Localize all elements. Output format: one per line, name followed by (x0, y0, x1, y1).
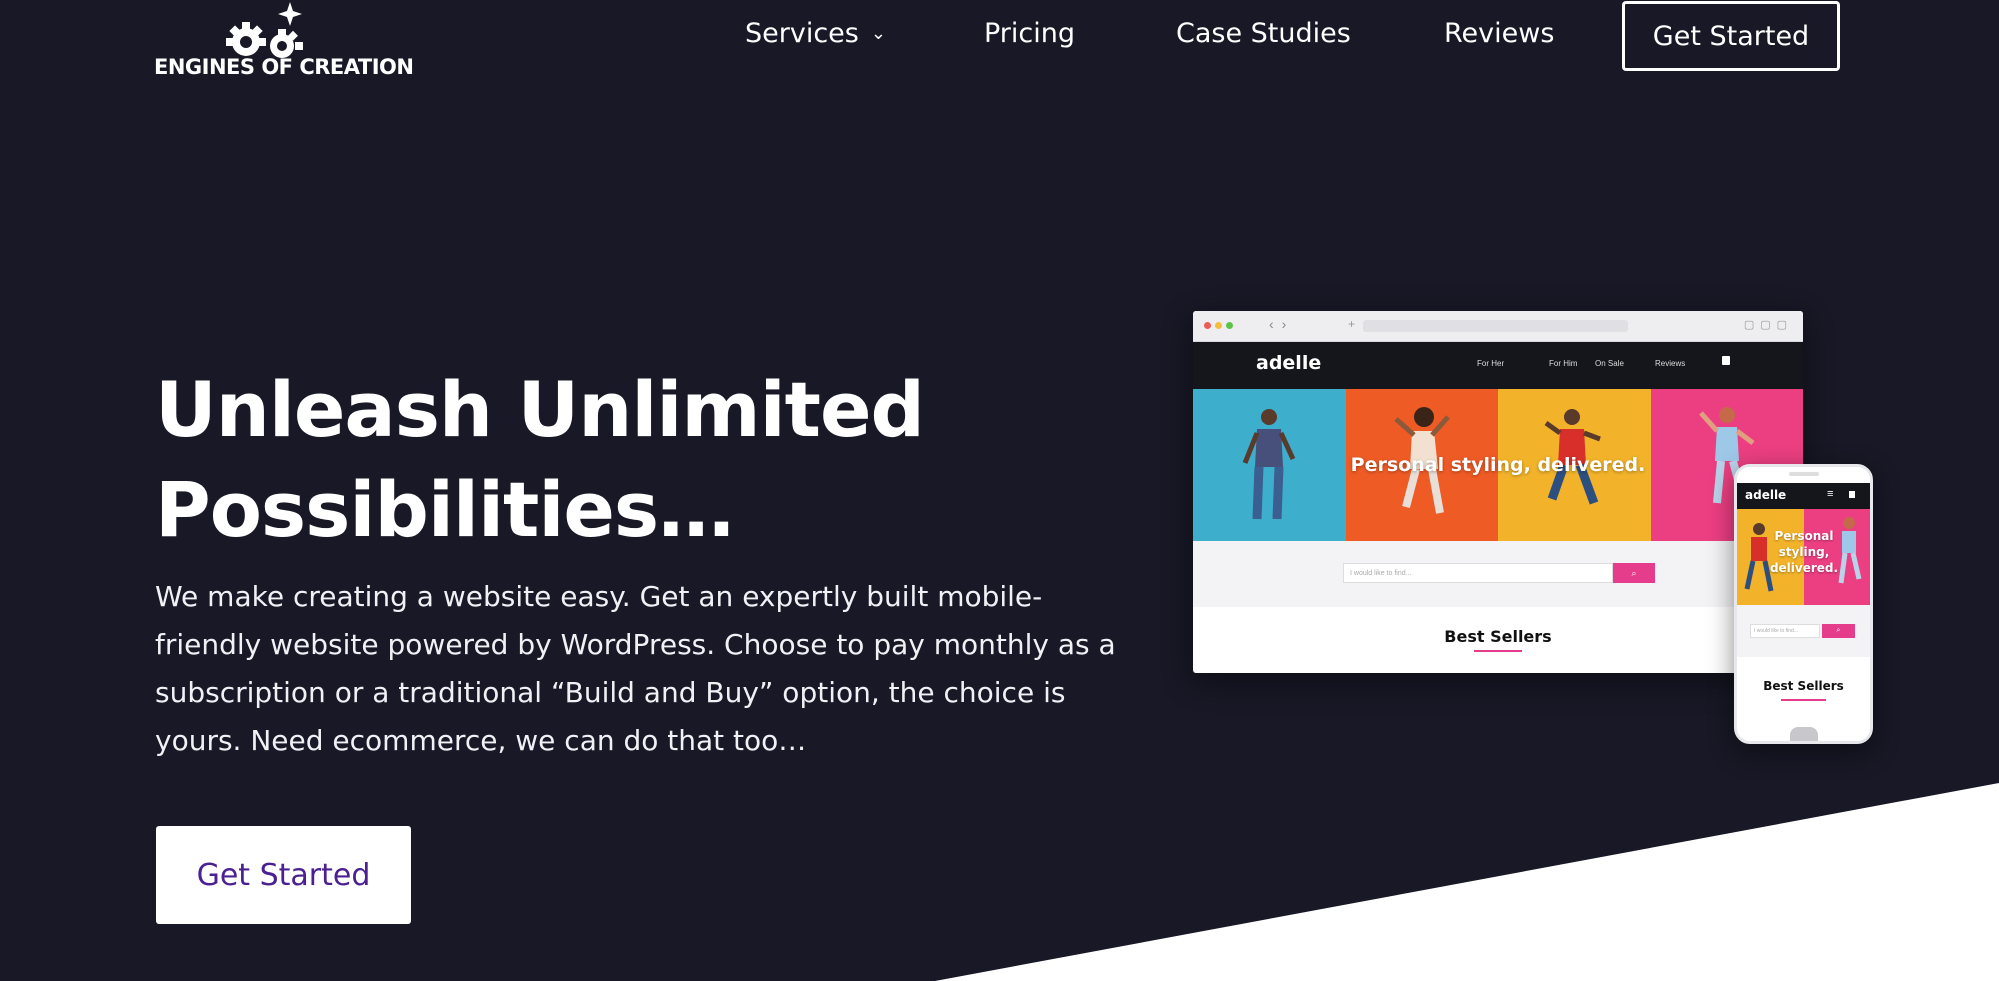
phone-hero: Personal styling, delivered. (1737, 509, 1870, 605)
phone-notch (1789, 472, 1819, 476)
phone-product-thumb (1790, 727, 1818, 741)
phone-status-bar (1737, 467, 1870, 483)
phone-section-title: Best Sellers (1763, 679, 1844, 693)
search-icon: ⌕ (1822, 624, 1855, 638)
menu-icon: ≡ (1827, 488, 1834, 500)
phone-site-nav: adelle ≡ (1737, 483, 1870, 509)
phone-mockup: adelle ≡ Personal styling, delivered. I … (1734, 464, 1873, 744)
phone-underline (1781, 699, 1826, 701)
bag-icon (1849, 491, 1855, 498)
phone-banner-text: Personal styling, delivered. (1769, 529, 1839, 575)
phone-search-input: I would like to find... (1750, 624, 1820, 638)
phone-logo: adelle (1745, 488, 1787, 502)
phone-search-area: I would like to find... ⌕ (1737, 605, 1870, 657)
diagonal-divider (935, 783, 1999, 981)
